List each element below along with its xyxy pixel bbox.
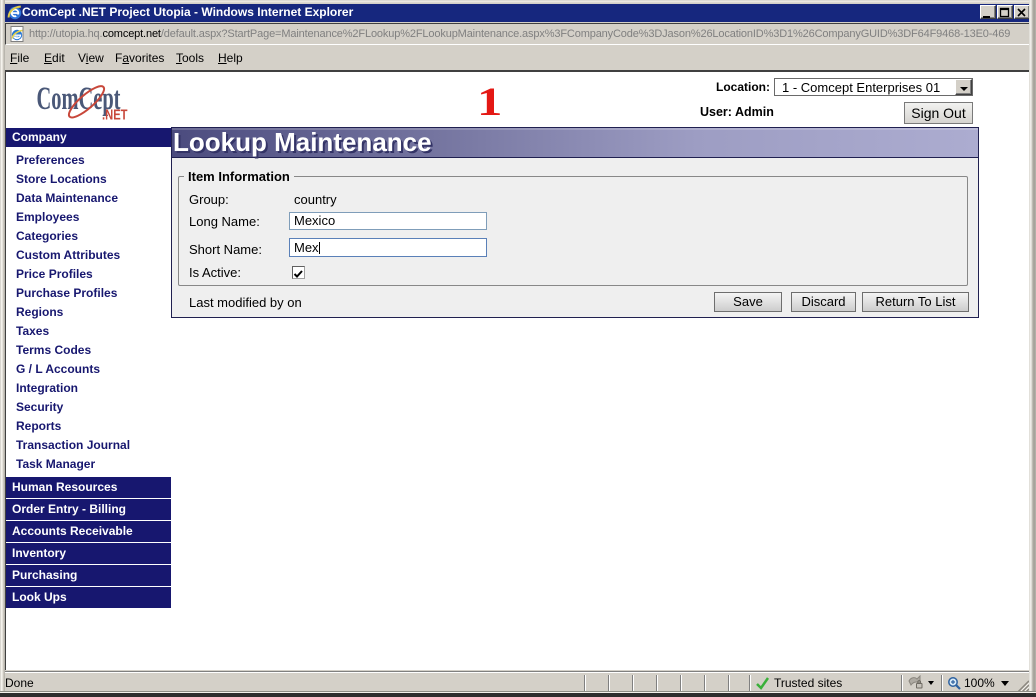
svg-text:.NET: .NET — [102, 108, 128, 124]
